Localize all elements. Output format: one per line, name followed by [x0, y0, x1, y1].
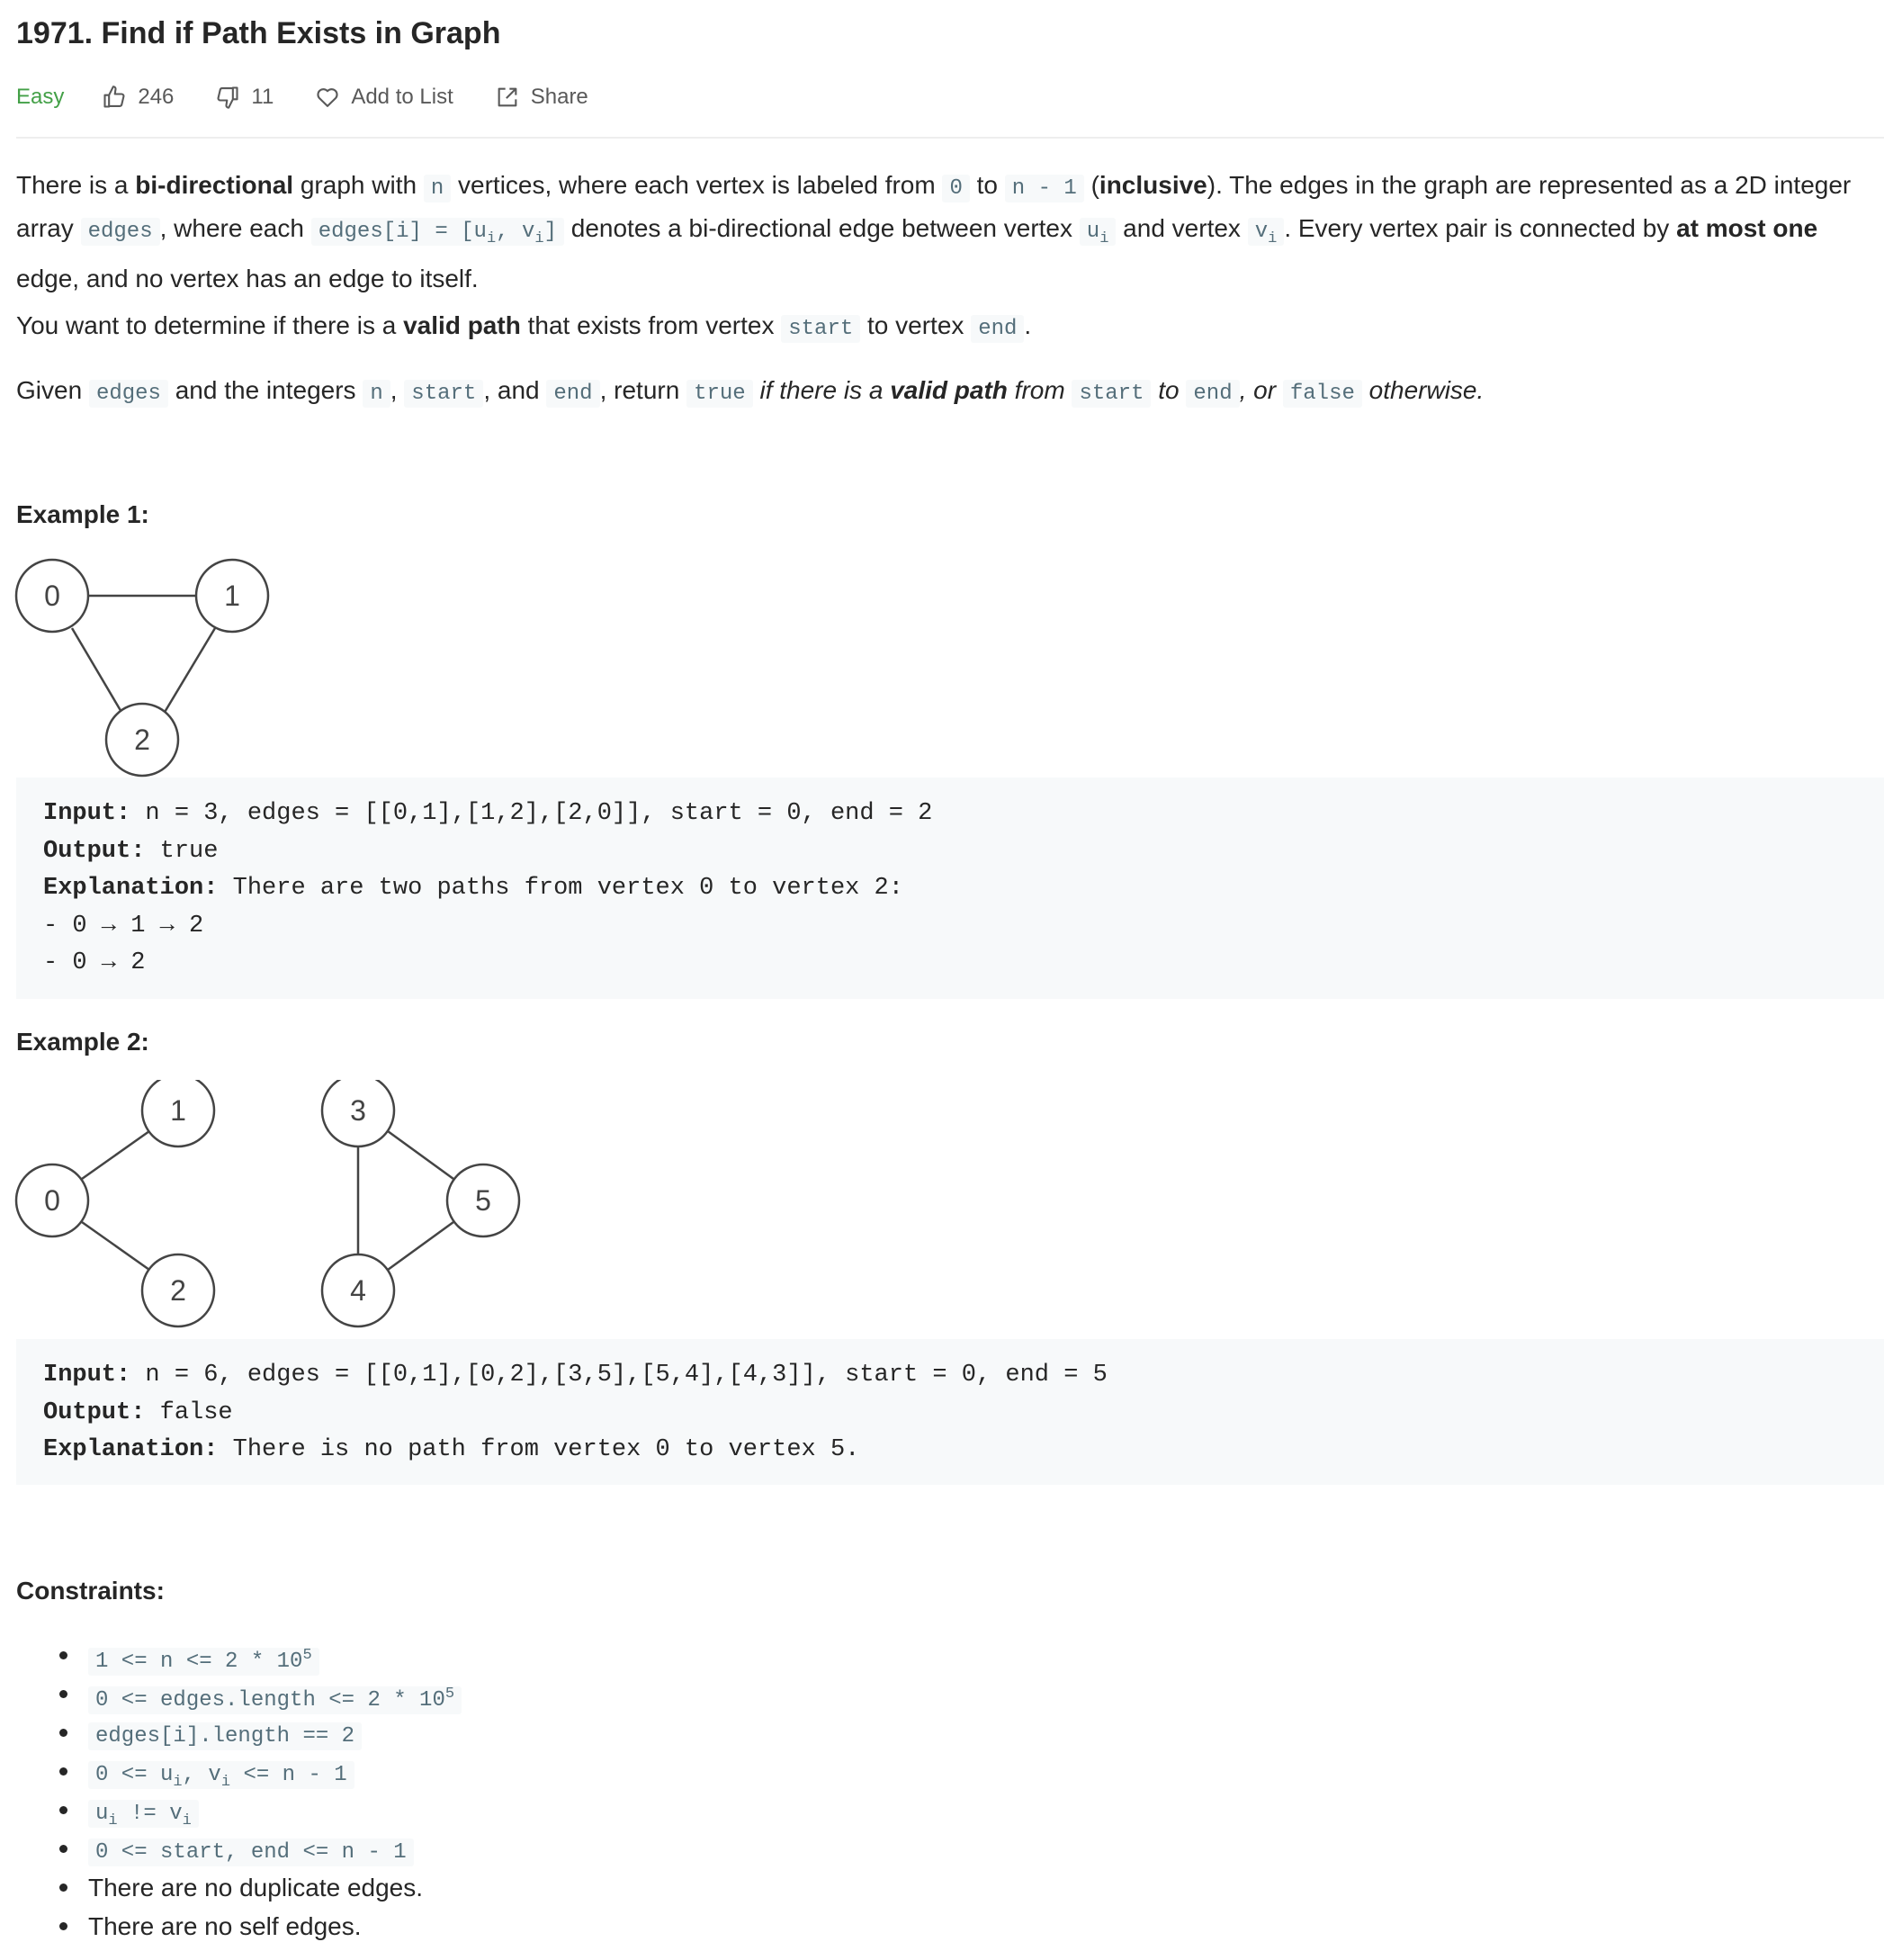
- problem-meta-bar: Easy 246 11 Add to List Share: [16, 77, 630, 117]
- example-1-io-block: Input: n = 3, edges = [[0,1],[1,2],[2,0]…: [16, 778, 1884, 999]
- like-count: 246: [138, 85, 175, 109]
- constraint-item: There are no duplicate edges.: [59, 1868, 1636, 1907]
- description-paragraph-1: There is a bi-directional graph with n v…: [16, 171, 1852, 292]
- inline-code: false: [1282, 380, 1362, 408]
- example-2-graph: 0 1 2 3 4 5: [14, 1080, 521, 1328]
- node-label: 2: [170, 1274, 186, 1307]
- graph-edge: [81, 1220, 150, 1272]
- inline-code: edges[i] = [ui, vi]: [310, 218, 564, 247]
- inline-code: start: [781, 315, 861, 343]
- add-to-list-label: Add to List: [351, 85, 453, 109]
- constraint-item: 0 <= start, end <= n - 1: [59, 1830, 1636, 1868]
- heart-icon: [317, 88, 338, 107]
- constraint-item: 0 <= edges.length <= 2 * 105: [59, 1675, 1636, 1714]
- like-button[interactable]: 246: [102, 85, 174, 110]
- node-label: 1: [224, 580, 240, 612]
- graph-edge: [81, 1129, 150, 1181]
- inline-code: start: [404, 380, 484, 408]
- inline-code: end: [546, 380, 600, 408]
- dislike-button[interactable]: 11: [215, 85, 274, 110]
- dislike-count: 11: [251, 85, 274, 109]
- inline-code: 1 <= n <= 2 * 105: [88, 1647, 319, 1676]
- inline-code: edges[i].length == 2: [88, 1722, 363, 1750]
- inline-code: 0 <= ui, vi <= n - 1: [88, 1761, 354, 1791]
- inline-code: 0 <= start, end <= n - 1: [88, 1839, 414, 1866]
- node-label: 1: [170, 1094, 186, 1127]
- inline-code: ui: [1079, 218, 1117, 247]
- share-icon: [498, 87, 517, 107]
- add-to-list-button[interactable]: Add to List: [315, 85, 453, 110]
- difficulty-badge: Easy: [16, 85, 65, 109]
- problem-title: 1971. Find if Path Exists in Graph: [16, 16, 501, 50]
- problem-description-page: 1971. Find if Path Exists in Graph Easy …: [0, 0, 1884, 1960]
- constraints-list: 1 <= n <= 2 * 105 0 <= edges.length <= 2…: [16, 1636, 1636, 1946]
- inline-code: 0: [942, 175, 970, 202]
- example-1-heading: Example 1:: [16, 500, 149, 528]
- node-label: 2: [134, 724, 150, 756]
- inline-code: end: [971, 315, 1025, 343]
- graph-edge: [70, 627, 127, 719]
- inline-code: n - 1: [1004, 175, 1084, 202]
- thumbs-up-icon: [103, 85, 125, 108]
- divider: [16, 137, 1884, 139]
- example-2-heading: Example 2:: [16, 1028, 149, 1056]
- inline-code: n: [363, 380, 390, 408]
- share-label: Share: [530, 85, 588, 109]
- inline-code: start: [1072, 380, 1152, 408]
- constraint-item: edges[i].length == 2: [59, 1713, 1636, 1752]
- description-paragraph-3: Given edges and the integers n, start, a…: [16, 376, 1485, 408]
- inline-code: vi: [1247, 218, 1285, 247]
- node-label: 4: [350, 1274, 366, 1307]
- constraint-item: There are no self edges.: [59, 1907, 1636, 1946]
- inline-code: n: [423, 175, 452, 202]
- constraint-item: ui != vi: [59, 1791, 1636, 1830]
- thumbs-down-icon: [217, 86, 238, 109]
- inline-code: edges: [88, 380, 168, 408]
- inline-code: edges: [80, 218, 160, 246]
- constraint-item: 1 <= n <= 2 * 105: [59, 1636, 1636, 1676]
- example-2-io-block: Input: n = 6, edges = [[0,1],[0,2],[3,5]…: [16, 1339, 1884, 1485]
- inline-code: 0 <= edges.length <= 2 * 105: [88, 1686, 462, 1714]
- node-label: 0: [44, 580, 60, 612]
- node-label: 3: [350, 1094, 366, 1127]
- constraints-heading: Constraints:: [16, 1577, 165, 1605]
- node-label: 5: [475, 1184, 491, 1217]
- inline-code: end: [1186, 380, 1240, 408]
- node-label: 0: [44, 1184, 60, 1217]
- graph-edge: [159, 627, 217, 719]
- example-1-graph: 0 1 2: [14, 558, 270, 778]
- graph-edge: [387, 1129, 454, 1181]
- constraint-item: 0 <= ui, vi <= n - 1: [59, 1752, 1636, 1791]
- inline-code: ui != vi: [88, 1800, 199, 1830]
- description-paragraph-2: You want to determine if there is a vali…: [16, 311, 1032, 343]
- inline-code: true: [686, 380, 753, 408]
- graph-edge: [387, 1220, 454, 1272]
- share-button[interactable]: Share: [495, 85, 588, 110]
